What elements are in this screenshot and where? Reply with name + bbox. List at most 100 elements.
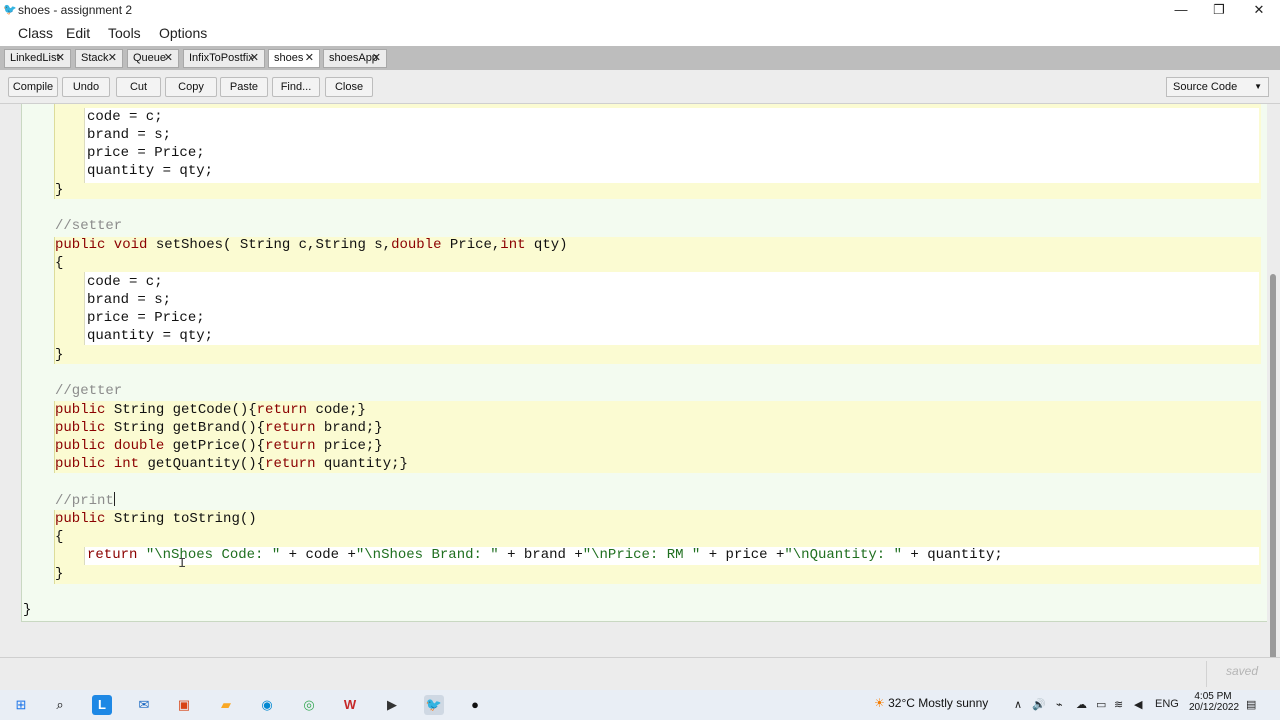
tab-close-icon[interactable]: ✕: [305, 50, 314, 67]
code-line: price = Price;: [87, 145, 205, 161]
keyword: public void: [55, 237, 148, 253]
editor-toolbar: Compile Undo Cut Copy Paste Find... Clos…: [0, 70, 1280, 104]
clock[interactable]: 4:05 PM 20/12/2022: [1189, 691, 1240, 713]
weather-sun-icon: ☀: [874, 696, 885, 710]
code-line: {: [55, 255, 64, 271]
close-window-button[interactable]: ✕: [1240, 0, 1278, 20]
restore-button[interactable]: ❐: [1200, 0, 1238, 20]
menu-edit[interactable]: Edit: [66, 25, 90, 41]
chevron-down-icon: ▼: [1254, 82, 1262, 91]
edge-browser-icon[interactable]: ◉: [257, 695, 277, 715]
editor-tab-bar: LinkedList ✕ Stack ✕ Queue ✕ InfixToPost…: [0, 46, 1280, 70]
tostring-signature: public String toString(): [55, 511, 257, 528]
speaker-icon[interactable]: ◀: [1134, 698, 1142, 711]
code-line: }: [55, 566, 64, 582]
clock-time: 4:05 PM: [1194, 691, 1232, 702]
string-literal: "\nShoes Brand: ": [355, 547, 499, 563]
return-statement: return "\nShoes Code: " + code +"\nShoes…: [87, 547, 1003, 564]
code-text: price;}: [315, 438, 383, 454]
code-line: }: [23, 602, 32, 618]
file-explorer-icon[interactable]: ▰: [216, 695, 236, 715]
tab-queue[interactable]: Queue ✕: [127, 49, 179, 68]
cut-button[interactable]: Cut: [116, 77, 161, 97]
tab-stack[interactable]: Stack ✕: [75, 49, 123, 68]
title-bar: 🐦 shoes - assignment 2 — ❐ ✕: [0, 0, 1280, 20]
windows-start-icon[interactable]: ⊞: [11, 695, 31, 715]
comment-setter: //setter: [55, 218, 123, 234]
paste-button[interactable]: Paste: [220, 77, 268, 97]
code-text: String toString(): [105, 511, 257, 527]
code-text: qty): [525, 237, 568, 253]
keyword: public: [55, 420, 106, 436]
compile-button[interactable]: Compile: [8, 77, 58, 97]
language-indicator[interactable]: ENG: [1155, 698, 1179, 710]
keyword: double: [391, 237, 442, 253]
tab-close-icon[interactable]: ✕: [250, 50, 259, 67]
volume-icon[interactable]: 🔊: [1032, 698, 1046, 711]
menu-tools[interactable]: Tools: [108, 25, 141, 41]
keyword: return: [265, 456, 316, 472]
bluej-taskbar-icon[interactable]: 🐦: [424, 695, 444, 715]
view-mode-label: Source Code: [1173, 81, 1238, 93]
string-literal: "\nPrice: RM ": [582, 547, 701, 563]
code-line: brand = s;: [87, 127, 172, 143]
app-l-icon[interactable]: L: [92, 695, 112, 715]
notification-icon[interactable]: ▤: [1246, 698, 1256, 711]
code-text: Price,: [441, 237, 501, 253]
battery-icon[interactable]: ▭: [1096, 698, 1106, 711]
code-editor[interactable]: code = c; brand = s; price = Price; quan…: [0, 104, 1280, 657]
tab-linkedlist[interactable]: LinkedList ✕: [4, 49, 71, 68]
tab-infixtopostfix[interactable]: InfixToPostfix ✕: [183, 49, 265, 68]
tab-close-icon[interactable]: ✕: [372, 50, 381, 67]
code-text: code;}: [307, 402, 366, 418]
mail-icon[interactable]: ✉: [134, 695, 154, 715]
weather-text: 32°C Mostly sunny: [888, 696, 989, 710]
mouse-ibeam-cursor-icon: I: [178, 556, 187, 572]
string-literal: "\nQuantity: ": [784, 547, 902, 563]
keyword: public: [55, 402, 106, 418]
tab-close-icon[interactable]: ✕: [56, 50, 65, 67]
keyword: return: [265, 420, 316, 436]
weather-widget[interactable]: ☀ 32°C Mostly sunny: [874, 696, 988, 710]
tab-close-icon[interactable]: ✕: [108, 50, 117, 67]
find-button[interactable]: Find...: [272, 77, 320, 97]
tab-label: LinkedList: [10, 52, 60, 64]
cloud-icon[interactable]: ☁: [1076, 698, 1087, 711]
search-icon[interactable]: ⌕: [50, 695, 70, 715]
menu-bar: Class Edit Tools Options: [0, 20, 1280, 46]
copy-button[interactable]: Copy: [165, 77, 217, 97]
code-line: quantity = qty;: [87, 328, 214, 344]
scrollbar-thumb[interactable]: [1270, 274, 1276, 657]
media-app-icon[interactable]: ▶: [382, 695, 402, 715]
minimize-button[interactable]: —: [1162, 0, 1200, 20]
setter-signature: public void setShoes( String c,String s,…: [55, 237, 568, 254]
chrome-browser-icon[interactable]: ◎: [299, 695, 319, 715]
view-mode-select[interactable]: Source Code ▼: [1166, 77, 1269, 97]
close-button[interactable]: Close: [325, 77, 373, 97]
tab-label: shoes: [274, 52, 304, 64]
code-line: price = Price;: [87, 310, 205, 326]
code-text: + quantity;: [901, 547, 1003, 563]
tab-shoes[interactable]: shoes ✕: [268, 49, 320, 68]
tab-shoesapp[interactable]: shoesApp ✕: [323, 49, 387, 68]
tab-close-icon[interactable]: ✕: [164, 50, 173, 67]
tray-chevron-up-icon[interactable]: ∧: [1014, 698, 1022, 711]
office-icon[interactable]: ▣: [174, 695, 194, 715]
code-text: brand;}: [315, 420, 383, 436]
menu-class[interactable]: Class: [18, 25, 53, 41]
network-icon[interactable]: ⌁: [1056, 698, 1063, 711]
code-line: }: [55, 182, 64, 198]
tab-label: shoesApp: [329, 52, 378, 64]
wifi-icon[interactable]: ≋: [1114, 698, 1123, 711]
menu-options[interactable]: Options: [159, 25, 207, 41]
code-text: getPrice(){: [164, 438, 266, 454]
code-text: String getBrand(){: [105, 420, 266, 436]
undo-button[interactable]: Undo: [62, 77, 110, 97]
keyword: public: [55, 456, 106, 472]
code-line: code = c;: [87, 109, 163, 125]
obs-icon[interactable]: ●: [465, 695, 485, 715]
clock-date: 20/12/2022: [1189, 702, 1240, 713]
wps-icon[interactable]: W: [340, 695, 360, 715]
code-text: + brand +: [498, 547, 583, 563]
windows-taskbar: ⊞ ⌕ L ✉ ▣ ▰ ◉ ◎ W ▶ 🐦 ● ☀ 32°C Mostly su…: [0, 690, 1280, 720]
